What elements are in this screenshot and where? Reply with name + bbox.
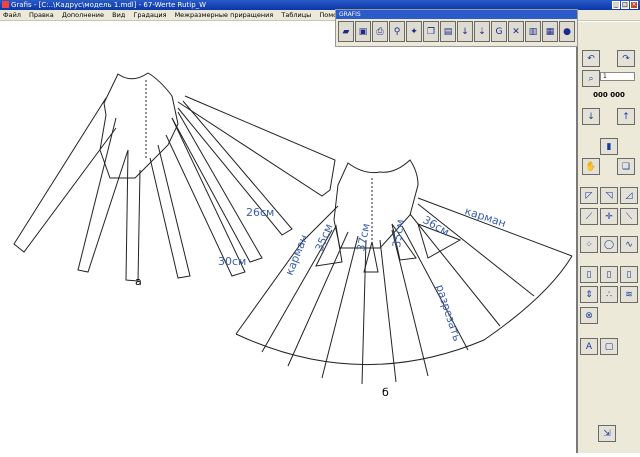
f12-icon[interactable]: ▦ [542, 21, 558, 42]
window-controls: _ □ × [612, 1, 638, 9]
label-b-razrezat: разрезать [433, 283, 464, 343]
label-b-karman-left: карман [283, 233, 311, 277]
print-icon[interactable]: ⎙ [372, 21, 388, 42]
shape-tool-2-icon[interactable]: ◹ [600, 187, 618, 204]
panel-a-r2 [171, 111, 263, 263]
dots-tool-icon[interactable]: ∴ [600, 286, 618, 303]
window-title: Grafis - [C:..\Кадрус\модель 1.mdl] - 67… [11, 1, 207, 9]
label-b: б [382, 386, 389, 399]
menu-file[interactable]: Файл [0, 11, 24, 19]
piece-label-icon[interactable]: ▢ [600, 338, 618, 355]
copy-icon[interactable]: ❐ [423, 21, 439, 42]
measure-tool-icon[interactable]: ⇕ [580, 286, 598, 303]
cross-tool-icon[interactable]: ✛ [600, 208, 618, 225]
zoom-icon[interactable]: ⌕ [582, 70, 600, 87]
save-icon[interactable]: ▣ [355, 21, 371, 42]
f6-icon[interactable]: ✦ [406, 21, 422, 42]
maximize-button[interactable]: □ [621, 1, 629, 9]
g-icon[interactable]: G [491, 21, 507, 42]
counter-display: 000 000 [593, 91, 625, 99]
curve-tool-icon[interactable]: ∿ [620, 236, 638, 253]
copy-detail-icon[interactable]: ❏ [617, 158, 635, 175]
piece-tool-3-icon[interactable]: ▯ [620, 266, 638, 283]
panel-a-r3 [177, 100, 293, 236]
panel-a-mid3 [149, 144, 191, 279]
drawing-canvas[interactable]: 26см 30см карман 35см 37см 35см 36см кар… [0, 22, 578, 453]
diagonal-tool-icon[interactable]: ⟍ [620, 208, 638, 225]
detail-icon[interactable]: ▮ [600, 138, 618, 155]
open-folder-icon[interactable]: ▰ [338, 21, 354, 42]
label-b-karman-right: карман [463, 204, 508, 230]
label-b-35-right: 35см [390, 219, 407, 249]
points-tool-icon[interactable]: ⁘ [580, 236, 598, 253]
text-abc-icon[interactable]: A [580, 338, 598, 355]
piece-tool-2-icon[interactable]: ▯ [600, 266, 618, 283]
toolbar-title: GRAFIS [336, 10, 577, 19]
delete-x-icon[interactable]: ✕ [508, 21, 524, 42]
download-icon[interactable]: ↓ [457, 21, 473, 42]
panel-a-mid2 [125, 149, 141, 282]
redo-icon[interactable]: ↷ [617, 50, 635, 67]
install-icon[interactable]: ⇣ [474, 21, 490, 42]
panel-a-left [13, 97, 117, 253]
circle-tool-icon[interactable]: ◯ [600, 236, 618, 253]
line-tool-icon[interactable]: ⟋ [580, 208, 598, 225]
exit-icon[interactable]: ⇲ [598, 425, 616, 442]
f11-icon[interactable]: ▥ [525, 21, 541, 42]
tape-tool-icon[interactable]: ≋ [620, 286, 638, 303]
piece-tool-1-icon[interactable]: ▯ [580, 266, 598, 283]
label-a: а [135, 275, 142, 288]
app-icon [2, 1, 9, 8]
down-arrow-icon[interactable]: ↓ [582, 108, 600, 125]
stop-icon[interactable]: ● [559, 21, 575, 42]
menu-increments[interactable]: Межразмерные приращения [172, 11, 277, 19]
bodice-a [99, 72, 179, 179]
menu-tables[interactable]: Таблицы [278, 11, 314, 19]
label-b-35-left: 35см [313, 222, 336, 253]
menu-grading[interactable]: Градация [130, 11, 169, 19]
close-button[interactable]: × [630, 1, 638, 9]
label-a-26: 26см [246, 206, 274, 219]
pattern-drawing: 26см 30см карман 35см 37см 35см 36см кар… [13, 72, 573, 399]
folder-hand-icon[interactable]: ✋ [582, 158, 600, 175]
menu-view[interactable]: Вид [109, 11, 128, 19]
delete-point-icon[interactable]: ⊗ [580, 307, 598, 324]
search-icon[interactable]: ⚲ [389, 21, 405, 42]
toolbar-buttons: ▰ ▣ ⎙ ⚲ ✦ ❐ ▤ ↓ ⇣ G ✕ ▥ ▦ ● [336, 19, 577, 42]
minimize-button[interactable]: _ [612, 1, 620, 9]
undo-icon[interactable]: ↶ [582, 50, 600, 67]
panel-a-mid1 [77, 117, 129, 273]
grafis-toolbar: GRAFIS ▰ ▣ ⎙ ⚲ ✦ ❐ ▤ ↓ ⇣ G ✕ ▥ ▦ ● [335, 9, 578, 47]
label-a-30: 30см [218, 255, 246, 268]
up-arrow-icon[interactable]: ↑ [617, 108, 635, 125]
menu-addon[interactable]: Дополнение [59, 11, 107, 19]
measure-icon[interactable]: ▤ [440, 21, 456, 42]
label-b-36: 36см [421, 213, 452, 238]
value-field[interactable]: 1 [600, 72, 635, 81]
shape-tool-3-icon[interactable]: ◿ [620, 187, 638, 204]
menu-edit[interactable]: Правка [26, 11, 57, 19]
shape-tool-1-icon[interactable]: ◸ [580, 187, 598, 204]
